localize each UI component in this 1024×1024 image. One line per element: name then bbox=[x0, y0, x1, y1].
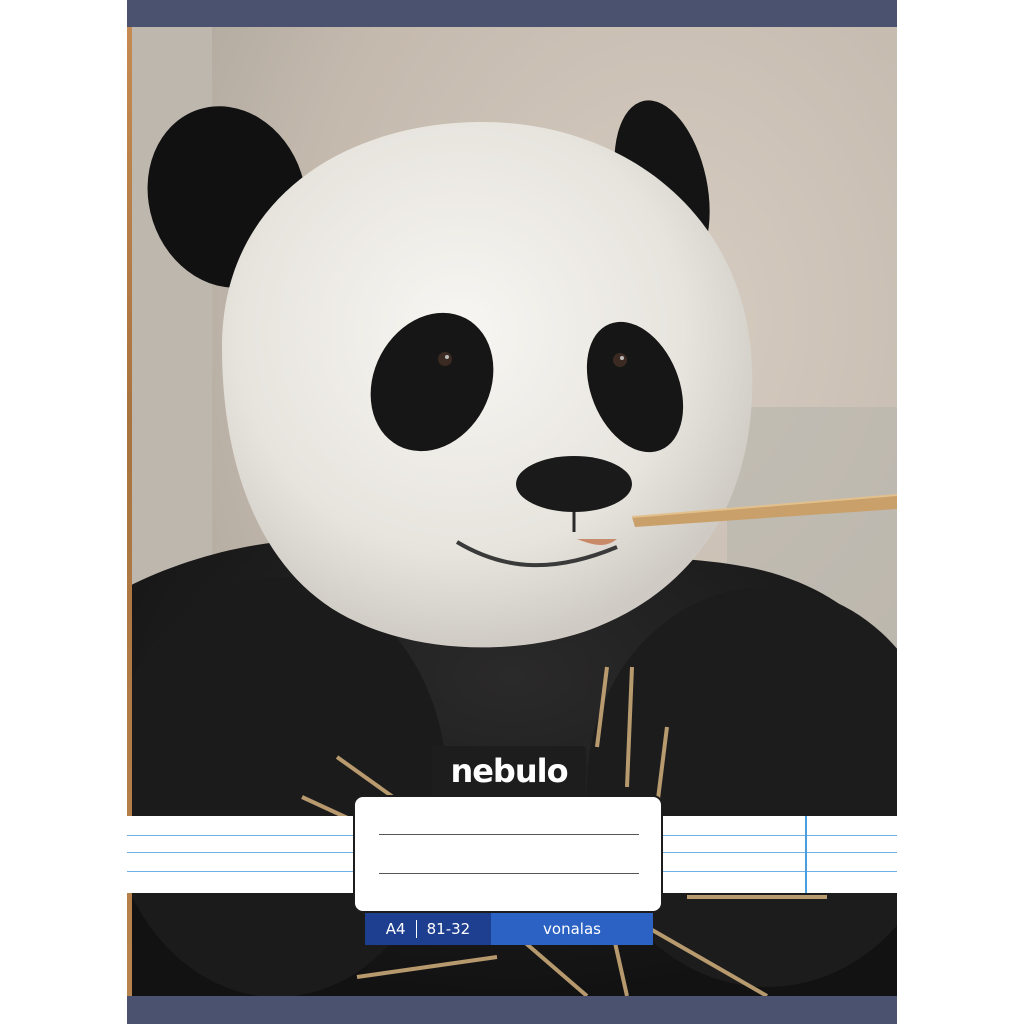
top-band bbox=[127, 0, 897, 27]
label-writing-line bbox=[379, 834, 639, 835]
product-code: 81-32 bbox=[426, 920, 471, 938]
format-label: A4 bbox=[385, 920, 406, 938]
bottom-band bbox=[127, 996, 897, 1024]
notebook-cover: nebulo A4 81-32 vonalas bbox=[127, 0, 897, 1024]
name-label-box bbox=[353, 795, 663, 913]
margin-line bbox=[805, 816, 807, 893]
label-writing-line bbox=[379, 873, 639, 874]
ruling-type-block: vonalas bbox=[491, 913, 653, 945]
ruling-type-label: vonalas bbox=[543, 920, 601, 938]
separator bbox=[415, 920, 417, 938]
brand-logo: nebulo bbox=[432, 746, 586, 796]
format-code-block: A4 81-32 bbox=[365, 913, 491, 945]
brand-logo-text: nebulo bbox=[450, 752, 568, 790]
product-info-bar: A4 81-32 vonalas bbox=[365, 913, 653, 945]
